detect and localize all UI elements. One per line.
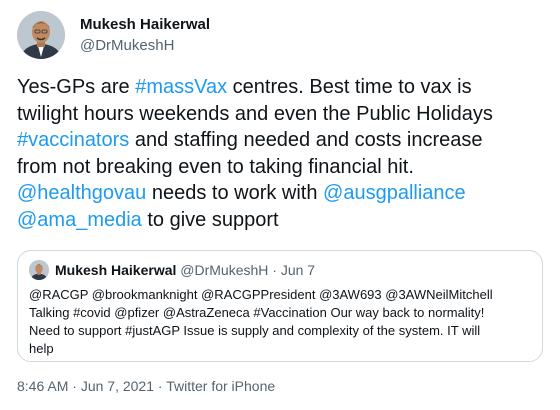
quoted-tweet-line: Talking #covid @pfizer @AstraZeneca #Vac… — [29, 305, 485, 320]
quoted-author-handle-date: @DrMukeshH · Jun 7 — [180, 262, 316, 278]
tweet-text: Yes-GPs are #massVax centres. Best time … — [17, 74, 551, 233]
author-name[interactable]: Mukesh Haikerwal — [80, 16, 210, 33]
footer-separator: · — [154, 378, 167, 394]
tweet-text-segment: Yes-GPs are — [17, 76, 136, 98]
avatar-photo-icon — [17, 11, 65, 59]
tweet-text-segment: and staffing needed and costs increase — [129, 129, 483, 151]
author-avatar[interactable] — [17, 11, 65, 59]
tweet-text-segment: from not breaking even to taking financi… — [17, 155, 414, 178]
tweet-line: from not breaking even to taking financi… — [17, 154, 551, 181]
quoted-tweet-line: Need to support #justAGP Issue is supply… — [29, 323, 481, 338]
tweet-text-segment: to give support — [141, 208, 279, 231]
tweet-time[interactable]: 8:46 AM — [17, 378, 68, 394]
mention-link[interactable]: @ausgpalliance — [323, 182, 466, 204]
quoted-tweet-header: Mukesh Haikerwal @DrMukeshH · Jun 7 — [55, 262, 315, 278]
tweet-text-segment: needs to work with — [146, 182, 324, 204]
footer-separator: · — [68, 378, 81, 394]
tweet-text-segment: centres. Best time to vax is — [227, 76, 472, 98]
quoted-tweet-line: @RACGP @brookmanknight @RACGPPresident @… — [29, 287, 493, 302]
tweet-line: twilight hours weekends and even the Pub… — [17, 101, 551, 128]
tweet-date[interactable]: Jun 7, 2021 — [81, 378, 154, 394]
tweet-line: Yes-GPs are #massVax centres. Best time … — [17, 74, 551, 101]
tweet-footer: 8:46 AM · Jun 7, 2021 · Twitter for iPho… — [17, 378, 275, 394]
tweet-line: @ama_media to give support — [17, 207, 551, 234]
author-handle[interactable]: @DrMukeshH — [80, 37, 174, 54]
hashtag-link[interactable]: #vaccinators — [17, 129, 129, 151]
tweet-text-segment: twilight hours weekends and even the Pub… — [17, 102, 493, 125]
tweet-line: #vaccinators and staffing needed and cos… — [17, 127, 551, 154]
quoted-tweet-line: help — [29, 341, 54, 356]
mention-link[interactable]: @ama_media — [17, 209, 142, 231]
quoted-author-avatar[interactable] — [29, 260, 49, 280]
mention-link[interactable]: @healthgovau — [17, 182, 146, 204]
quoted-author-name: Mukesh Haikerwal — [55, 262, 177, 278]
quoted-tweet-text: @RACGP @brookmanknight @RACGPPresident @… — [29, 286, 534, 358]
quoted-tweet-card[interactable]: Mukesh Haikerwal @DrMukeshH · Jun 7 @RAC… — [17, 250, 543, 362]
hashtag-link[interactable]: #massVax — [135, 76, 227, 98]
tweet-line: @healthgovau needs to work with @ausgpal… — [17, 180, 551, 207]
avatar-photo-icon — [29, 260, 49, 280]
tweet-source[interactable]: Twitter for iPhone — [166, 378, 275, 394]
